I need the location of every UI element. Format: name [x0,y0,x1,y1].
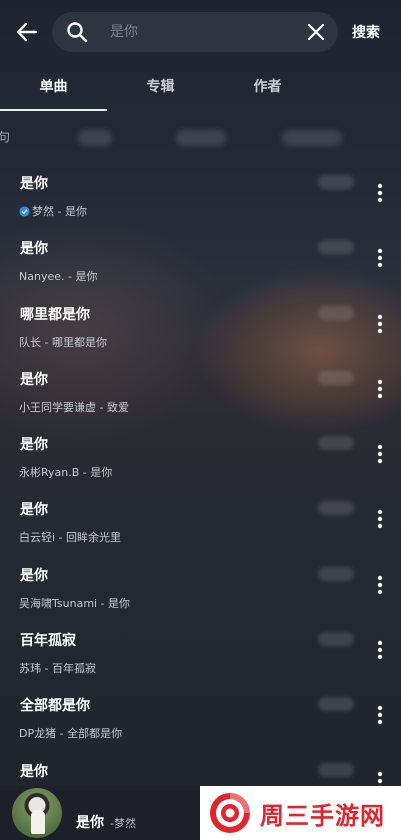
song-subtitle-text: 苏玮 - 百年孤寂 [19,662,96,676]
song-title: 是你 [20,176,48,192]
more-options-icon[interactable] [371,704,389,726]
song-title: 全部都是你 [20,698,90,715]
more-options-icon[interactable] [371,247,389,269]
song-row[interactable]: 是你永彬Ryan.B - 是你 [0,424,401,489]
song-tag-blurred [318,370,354,385]
song-subtitle-text: 白云轻i - 回眸余光里 [19,531,122,545]
song-row[interactable]: 是你白云轻i - 回眸余光里 [0,489,401,554]
song-title: 哪里都是你 [20,306,90,323]
search-input[interactable] [108,23,282,41]
song-subtitle-text: 永彬Ryan.B - 是你 [19,466,113,480]
song-subtitle: 吴海啸Tsunami - 是你 [19,595,130,611]
song-tag-blurred [318,632,354,647]
song-subtitle-text: DP龙猪 - 全部都是你 [19,727,123,741]
filter-bar: 句 [0,120,401,156]
filter-chip[interactable] [78,130,112,146]
song-subtitle: Nanyee. - 是你 [19,268,97,284]
song-row[interactable]: 是你 Nanyee. - 是你 [0,228,401,293]
more-options-icon[interactable] [371,508,389,530]
song-subtitle-text: 梦然 - 是你 [32,205,87,218]
song-row[interactable]: 是你小王同学要谦虚 - 致爱 [0,359,401,424]
song-subtitle-text: 小王同学要谦虚 - 致爱 [19,400,129,414]
song-tag-blurred [318,436,354,451]
more-options-icon[interactable] [371,574,389,596]
song-subtitle: DP龙猪 - 全部都是你 [19,725,122,741]
song-subtitle: 白云轻i - 回眸余光里 [19,529,121,545]
song-tag-blurred [318,762,354,777]
song-tag-blurred [318,240,354,255]
search-box[interactable] [52,12,338,52]
song-subtitle: 队长 - 哪里都是你 [19,334,107,350]
song-list: 是你 梦然 - 是你 是你 Nanyee. - 是你 哪里都是你 队长 - 哪里都是你 是你… [0,163,401,816]
song-subtitle: 苏玮 - 百年孤寂 [19,660,96,676]
more-options-icon[interactable] [371,639,389,661]
song-row[interactable]: 哪里都是你队长 - 哪里都是你 [0,294,401,359]
tab-authors[interactable]: 作者 [214,64,321,112]
more-options-icon[interactable] [371,182,389,204]
more-options-icon[interactable] [371,378,389,400]
filter-edge-label: 句 [0,130,11,144]
song-title: 是你 [20,437,48,454]
album-cover[interactable] [12,788,62,838]
filter-chip[interactable] [282,130,342,146]
back-button[interactable] [14,19,40,45]
more-options-icon[interactable] [371,313,389,335]
back-arrow-icon [16,22,38,42]
song-title: 是你 [20,763,48,780]
song-subtitle-text: Nanyee. - 是你 [19,270,98,284]
song-title: 是你 [20,371,48,388]
tab-singles[interactable]: 单曲 [0,64,107,112]
search-icon [67,22,88,43]
tab-bar: 单曲 专辑 作者 [0,64,401,112]
player-title: 是你 [76,815,104,831]
song-tag-blurred [318,566,354,581]
song-tag-blurred [318,175,354,189]
filter-chip[interactable] [176,130,226,146]
clear-icon[interactable] [306,22,326,42]
song-row[interactable]: 是你吴海啸Tsunami - 是你 [0,555,401,620]
verified-badge-icon [19,205,30,217]
song-title: 是你 [20,241,48,258]
watermark-text: 周三手游网 [260,801,385,830]
tab-albums[interactable]: 专辑 [107,64,214,112]
top-bar: 搜索 [0,0,401,64]
song-tag-blurred [318,697,354,712]
song-row[interactable]: 百年孤寂苏玮 - 百年孤寂 [0,620,401,685]
song-tag-blurred [318,305,354,320]
watermark-logo-icon [210,793,250,833]
song-subtitle-text: 吴海啸Tsunami - 是你 [19,596,131,610]
song-title: 是你 [20,502,48,519]
song-subtitle: 永彬Ryan.B - 是你 [19,464,112,480]
song-title: 是你 [20,567,48,584]
song-subtitle: 梦然 - 是你 [19,203,87,219]
search-button[interactable]: 搜索 [352,22,380,42]
watermark: 周三手游网 [200,786,401,840]
song-subtitle: 小王同学要谦虚 - 致爱 [19,399,129,415]
song-title: 百年孤寂 [20,633,76,650]
song-row[interactable]: 是你梦然 - 是你 [0,163,401,228]
player-artist: -梦然 [110,817,136,830]
song-tag-blurred [318,501,354,516]
song-row[interactable]: 全部都是你 DP龙猪 - 全部都是你 [0,685,401,750]
more-options-icon[interactable] [371,443,389,465]
song-subtitle-text: 队长 - 哪里都是你 [19,335,107,349]
